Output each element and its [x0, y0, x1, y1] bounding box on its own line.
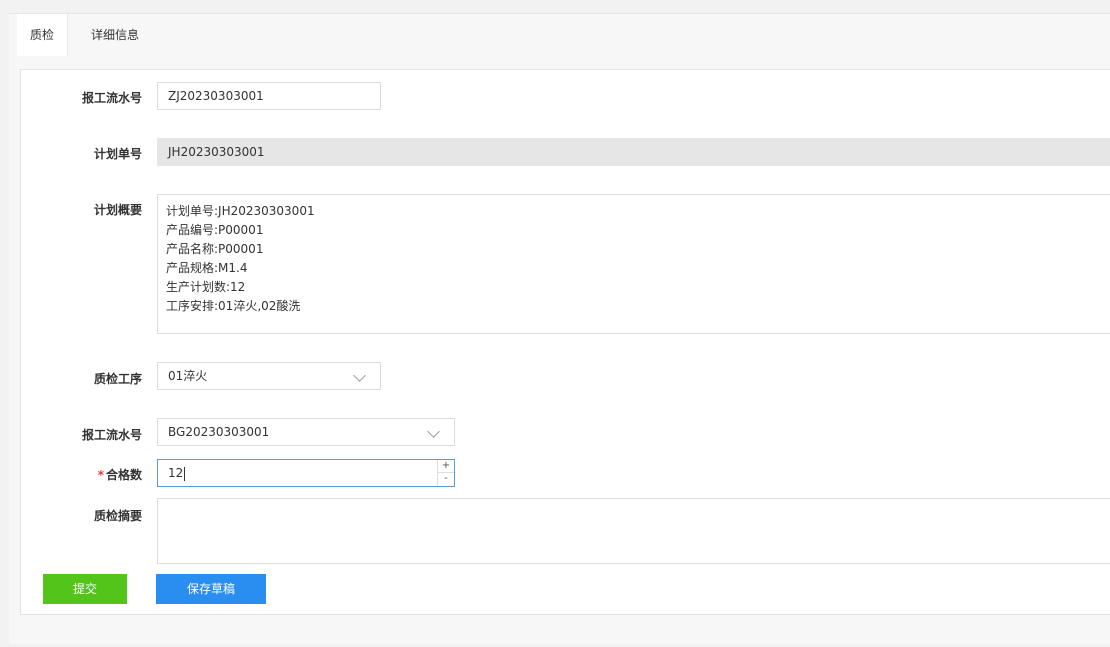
work-report-value: BG20230303001: [168, 425, 270, 439]
plan-summary-line: 产品名称:P00001: [166, 242, 264, 256]
qc-process-select[interactable]: 01淬火: [157, 362, 381, 390]
submit-button[interactable]: 提交: [43, 574, 127, 604]
work-report-label: 报工流水号: [81, 428, 142, 442]
qualified-count-label: * 合格数: [50, 466, 142, 483]
save-draft-button[interactable]: 保存草稿: [156, 574, 266, 604]
stepper-decrement-button[interactable]: -: [438, 473, 454, 486]
report-serial-label: 报工流水号: [81, 91, 142, 105]
plan-summary-textarea[interactable]: 计划单号:JH20230303001 产品编号:P00001 产品名称:P000…: [157, 194, 1110, 334]
plan-summary-line: 产品规格:M1.4: [166, 261, 248, 275]
plan-summary-line: 产品编号:P00001: [166, 223, 264, 237]
tab-quality-check[interactable]: 质检: [17, 14, 68, 56]
report-serial-input[interactable]: ZJ20230303001: [157, 82, 381, 110]
work-report-select[interactable]: BG20230303001: [157, 418, 455, 446]
tab-bar: 质检 详细信息: [9, 14, 1110, 56]
plan-summary-line: 工序安排:01淬火,02酸洗: [166, 299, 301, 313]
stepper-buttons: + -: [437, 460, 454, 486]
tab-details[interactable]: 详细信息: [83, 14, 147, 56]
plan-summary-label: 计划概要: [93, 203, 142, 217]
qc-summary-label: 质检摘要: [93, 509, 142, 523]
plan-summary-line: 生产计划数:12: [166, 280, 246, 294]
qc-summary-textarea[interactable]: [157, 498, 1110, 564]
qc-form-panel: 报工流水号 ZJ20230303001 计划单号 JH20230303001 计…: [20, 69, 1110, 615]
plan-no-label: 计划单号: [93, 147, 142, 161]
qualified-count-label-text: 合格数: [105, 468, 142, 482]
qc-process-label: 质检工序: [93, 372, 142, 386]
required-mark: *: [97, 468, 104, 482]
plan-no-input: JH20230303001: [157, 138, 1110, 166]
page-container: 质检 详细信息 报工流水号 ZJ20230303001 计划单号 JH20230…: [9, 13, 1110, 644]
qualified-count-stepper[interactable]: 12 + -: [157, 459, 455, 487]
plan-summary-line: 计划单号:JH20230303001: [166, 204, 315, 218]
chevron-down-icon: [353, 369, 366, 382]
stepper-increment-button[interactable]: +: [438, 460, 454, 473]
qc-process-value: 01淬火: [168, 369, 208, 383]
chevron-down-icon: [427, 425, 440, 438]
qualified-count-value[interactable]: 12: [168, 460, 186, 486]
